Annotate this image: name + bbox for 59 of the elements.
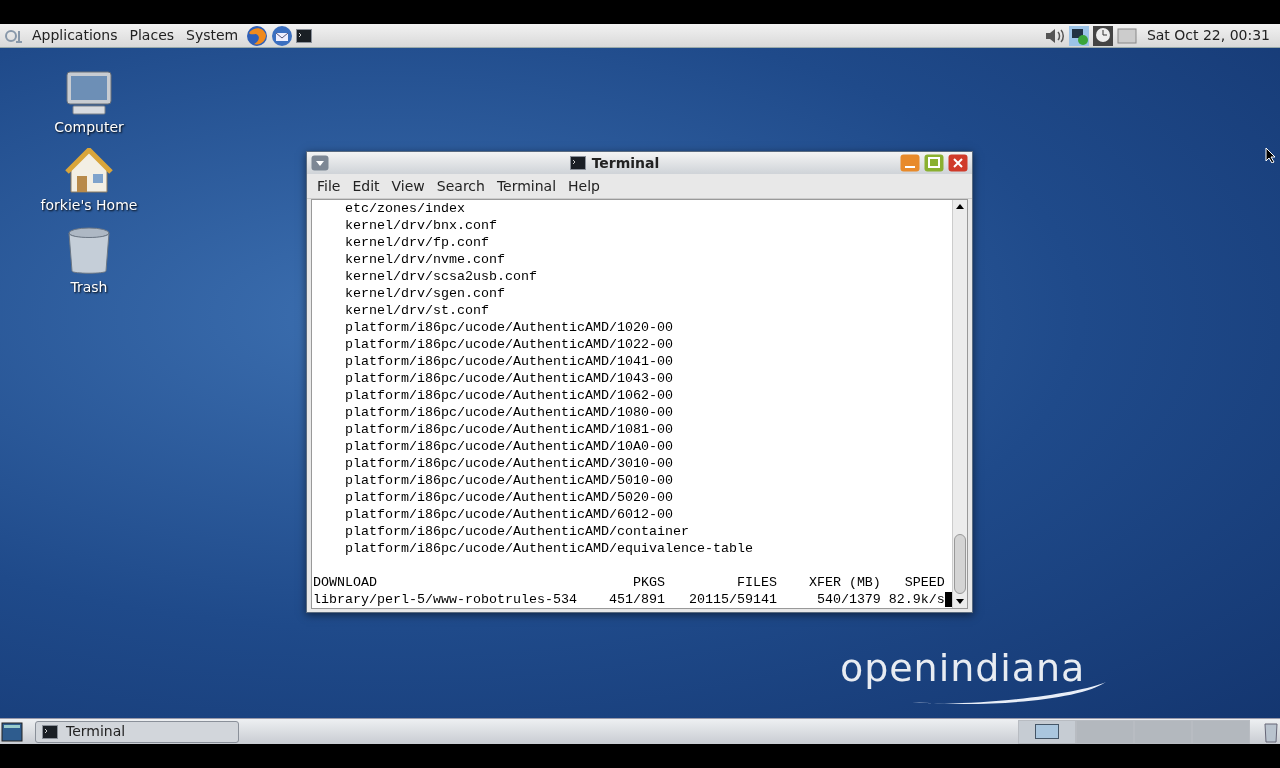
window-menu-icon[interactable] xyxy=(311,155,329,171)
terminal-line: kernel/drv/bnx.conf xyxy=(344,217,498,234)
menu-item[interactable]: File xyxy=(311,175,347,197)
terminal-icon xyxy=(569,156,586,170)
minimize-icon[interactable] xyxy=(900,154,920,172)
panel-menu[interactable]: Applications xyxy=(26,25,124,46)
menu-item[interactable]: Help xyxy=(562,175,606,197)
text-cursor xyxy=(944,592,952,607)
menu-item[interactable]: Edit xyxy=(346,175,386,197)
taskbar-button[interactable]: Terminal xyxy=(35,720,239,743)
terminal-icon xyxy=(296,28,313,43)
show-desktop-icon[interactable] xyxy=(1,720,23,743)
house-icon[interactable] xyxy=(65,148,113,194)
terminal-line: etc/zones/index xyxy=(344,200,466,217)
terminal-line: platform/i86pc/ucode/AuthenticAMD/1041-00 xyxy=(344,353,674,370)
terminal-line: library/perl-5/www-robotrules-534 451/891 20115/59141 540/1379 82.9k/s xyxy=(313,591,945,608)
mouse-pointer-icon xyxy=(1265,147,1275,163)
terminal-line: kernel/drv/scsa2usb.conf xyxy=(344,268,538,285)
network-icon[interactable] xyxy=(1067,24,1090,47)
terminal-line: platform/i86pc/ucode/AuthenticAMD/1081-00 xyxy=(344,421,674,438)
menu-item[interactable]: Terminal xyxy=(490,175,563,197)
terminal-line: platform/i86pc/ucode/AuthenticAMD/container xyxy=(344,523,690,540)
panel-clock[interactable]: Sat Oct 22, 00:31 xyxy=(1146,25,1270,46)
terminal-line: platform/i86pc/ucode/AuthenticAMD/equivalence-table xyxy=(344,540,754,557)
terminal-line: kernel/drv/nvme.conf xyxy=(344,251,506,268)
terminal-line: platform/i86pc/ucode/AuthenticAMD/1043-00 xyxy=(344,370,674,387)
window-title: Terminal xyxy=(591,153,660,173)
panel-menu[interactable]: Places xyxy=(123,25,181,46)
wallpaper-logo: openindiana xyxy=(840,648,1086,688)
menu-item[interactable]: Search xyxy=(430,175,491,197)
desktop-icon-label[interactable]: Computer xyxy=(54,118,124,136)
terminal-line: kernel/drv/sgen.conf xyxy=(344,285,506,302)
terminal-line: platform/i86pc/ucode/AuthenticAMD/5020-00 xyxy=(344,489,674,506)
desktop-icon-label[interactable]: forkie's Home xyxy=(40,196,138,214)
scrollbar[interactable] xyxy=(952,200,967,608)
terminal-icon xyxy=(42,724,58,739)
panel-menu[interactable]: System xyxy=(180,25,245,46)
clock-icon[interactable] xyxy=(1091,24,1114,47)
terminal-line: platform/i86pc/ucode/AuthenticAMD/10A0-00 xyxy=(344,438,674,455)
terminal-line: platform/i86pc/ucode/AuthenticAMD/3010-00 xyxy=(344,455,674,472)
close-icon[interactable] xyxy=(948,154,968,172)
terminal-line: platform/i86pc/ucode/AuthenticAMD/5010-00 xyxy=(344,472,674,489)
terminal-line: kernel/drv/st.conf xyxy=(344,302,490,319)
terminal-line: platform/i86pc/ucode/AuthenticAMD/1020-00 xyxy=(344,319,674,336)
terminal-line: platform/i86pc/ucode/AuthenticAMD/1080-00 xyxy=(344,404,674,421)
computer-icon[interactable] xyxy=(65,70,113,116)
scroll-thumb[interactable] xyxy=(954,534,966,594)
terminal-line: DOWNLOAD PKGS FILES XFER (MB) SPEED xyxy=(312,574,946,591)
globe-icon[interactable] xyxy=(246,24,269,47)
terminal-line: platform/i86pc/ucode/AuthenticAMD/1022-00 xyxy=(344,336,674,353)
workspace[interactable] xyxy=(1018,719,1076,744)
terminal-line: platform/i86pc/ucode/AuthenticAMD/1062-00 xyxy=(344,387,674,404)
desktop-icon-label[interactable]: Trash xyxy=(70,278,108,296)
terminal-line: platform/i86pc/ucode/AuthenticAMD/6012-00 xyxy=(344,506,674,523)
trash-icon[interactable] xyxy=(1264,720,1278,743)
terminal-line: kernel/drv/fp.conf xyxy=(344,234,490,251)
maximize-icon[interactable] xyxy=(924,154,944,172)
trash-icon[interactable] xyxy=(65,226,113,276)
menu-item[interactable]: View xyxy=(385,175,431,197)
